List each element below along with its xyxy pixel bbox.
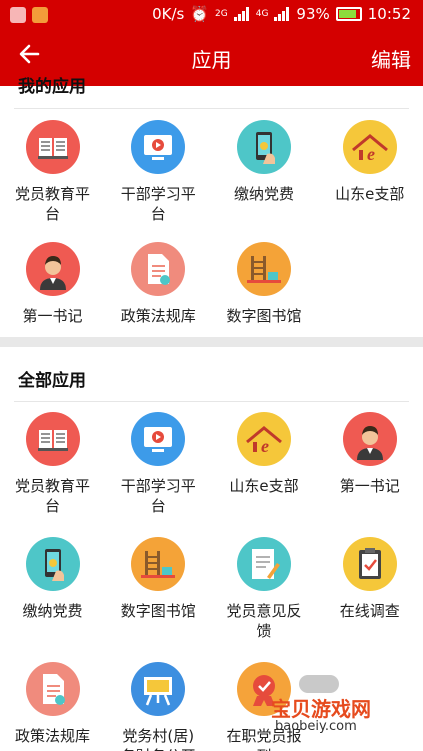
person-icon bbox=[25, 242, 80, 296]
house-e-icon: e bbox=[342, 120, 397, 174]
all-apps-item-label: 数字图书馆 bbox=[120, 602, 196, 620]
gamepad-icon bbox=[299, 675, 339, 693]
notification-icon bbox=[10, 7, 26, 23]
my-apps-title: 我的应用 bbox=[18, 77, 86, 97]
svg-text:e: e bbox=[367, 144, 375, 164]
all-apps-divider bbox=[14, 401, 409, 402]
all-apps-item-label: 干部学习平台 bbox=[120, 477, 196, 515]
all-apps-item-label: 缴纳党费 bbox=[22, 602, 83, 620]
watermark: 宝贝游戏网 baobeiy.com bbox=[263, 675, 393, 745]
all-apps-item-label: 党务村(居)务财务公开 bbox=[121, 727, 196, 751]
all-apps-item[interactable]: 政策法规库 bbox=[0, 662, 105, 746]
my-apps-item-label: 党员教育平台 bbox=[14, 185, 90, 223]
network-speed: 0K/s bbox=[152, 5, 185, 23]
signal-icon-2 bbox=[274, 7, 290, 21]
status-bar: 0K/s ⏰ 2G 4G 93% 10:52 bbox=[0, 0, 423, 30]
phone-pay-icon bbox=[25, 537, 80, 591]
phone-pay-icon bbox=[237, 120, 291, 174]
my-apps-item-label: 缴纳党费 bbox=[233, 185, 294, 203]
page-title: 应用 bbox=[191, 48, 232, 72]
my-apps-item-label: 数字图书馆 bbox=[226, 307, 302, 325]
network-4g: 4G bbox=[255, 9, 269, 19]
book-icon bbox=[25, 412, 80, 466]
my-apps-divider bbox=[14, 108, 409, 109]
my-apps-item-label: 第一书记 bbox=[22, 307, 83, 325]
svg-text:e: e bbox=[261, 436, 269, 456]
my-apps-item[interactable]: e 山东e支部 bbox=[317, 120, 422, 204]
library-icon bbox=[131, 537, 186, 591]
clock-icon: ⏰ bbox=[190, 5, 210, 23]
watermark-url: baobeiy.com bbox=[275, 719, 357, 734]
all-apps-item[interactable]: 在线调查 bbox=[317, 537, 422, 621]
my-apps-item[interactable]: 政策法规库 bbox=[106, 242, 211, 326]
my-apps-item[interactable]: 第一书记 bbox=[0, 242, 105, 326]
all-apps-item-label: 党员教育平台 bbox=[14, 477, 90, 515]
edit-button[interactable]: 编辑 bbox=[371, 44, 411, 73]
document-icon bbox=[25, 662, 80, 716]
clipboard-icon bbox=[342, 537, 397, 591]
my-apps-item-label: 山东e支部 bbox=[335, 185, 405, 203]
all-apps-title: 全部应用 bbox=[18, 371, 86, 391]
time: 10:52 bbox=[367, 5, 411, 23]
all-apps-item[interactable]: 干部学习平台 bbox=[106, 412, 211, 516]
all-apps-item[interactable]: 数字图书馆 bbox=[106, 537, 211, 621]
all-apps-item[interactable]: e 山东e支部 bbox=[212, 412, 317, 496]
notepad-icon bbox=[237, 537, 291, 591]
library-icon bbox=[237, 242, 291, 296]
battery-icon bbox=[335, 7, 362, 21]
document-icon bbox=[131, 242, 186, 296]
all-apps-item[interactable]: 党务村(居)务财务公开 bbox=[106, 662, 211, 751]
video-icon bbox=[131, 120, 186, 174]
house-e-icon: e bbox=[237, 412, 291, 466]
my-apps-item-label: 干部学习平台 bbox=[120, 185, 196, 223]
all-apps-item-label: 党员意见反馈 bbox=[226, 602, 302, 640]
board-icon bbox=[131, 662, 186, 716]
my-apps-item[interactable]: 党员教育平台 bbox=[0, 120, 105, 224]
my-apps-item[interactable]: 缴纳党费 bbox=[212, 120, 317, 204]
all-apps-item-label: 在线调查 bbox=[339, 602, 400, 620]
video-icon bbox=[131, 412, 186, 466]
all-apps-item-label: 第一书记 bbox=[339, 477, 400, 495]
app-notification-icon bbox=[32, 7, 48, 23]
book-icon bbox=[25, 120, 80, 174]
all-apps-item-label: 政策法规库 bbox=[14, 727, 90, 745]
all-apps-item[interactable]: 第一书记 bbox=[317, 412, 422, 496]
person-icon bbox=[342, 412, 397, 466]
section-separator bbox=[0, 337, 423, 347]
my-apps-item[interactable]: 干部学习平台 bbox=[106, 120, 211, 224]
watermark-text: 宝贝游戏网 bbox=[271, 697, 371, 721]
network-2g: 2G bbox=[215, 9, 228, 19]
all-apps-item[interactable]: 缴纳党费 bbox=[0, 537, 105, 621]
signal-icon bbox=[233, 7, 250, 21]
my-apps-item-label: 政策法规库 bbox=[120, 307, 196, 325]
all-apps-item-label: 山东e支部 bbox=[229, 477, 299, 495]
my-apps-item[interactable]: 数字图书馆 bbox=[212, 242, 317, 326]
battery-percent: 93% bbox=[296, 5, 330, 23]
all-apps-item[interactable]: 党员意见反馈 bbox=[212, 537, 317, 641]
all-apps-item[interactable]: 党员教育平台 bbox=[0, 412, 105, 516]
